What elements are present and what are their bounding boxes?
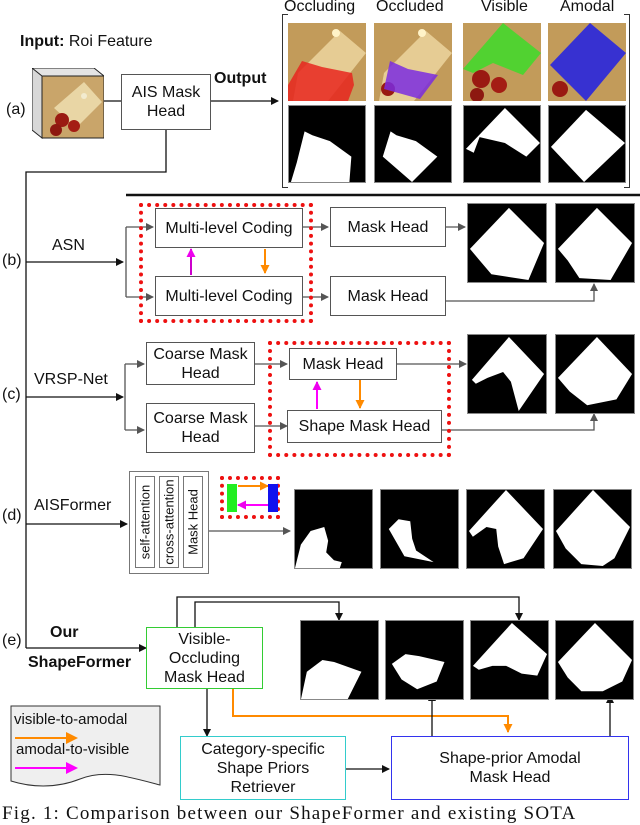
method-label-vrsp-net: VRSP-Net (34, 371, 108, 388)
method-label-shapeformer: ShapeFormer (28, 654, 132, 671)
mask-e-occluding (300, 620, 379, 700)
column-label-visible: Visible (481, 0, 528, 15)
row-tag-a: (a) (6, 101, 26, 118)
legend-label-visible-to-amodal: visible-to-amodal (14, 711, 128, 728)
mask-d-visible (466, 489, 545, 569)
aisformer-block: self-attention cross-attention Mask Head (129, 471, 209, 574)
input-label: Input: Roi Feature (20, 33, 152, 51)
mask-head-d-block: Mask Head (183, 476, 203, 568)
row-tag-e: (e) (2, 632, 22, 649)
method-label-aisformer: AISFormer (34, 497, 112, 514)
multi-level-coding-bottom: Multi-level Coding (155, 276, 303, 316)
cross-attention-block: cross-attention (159, 476, 179, 568)
mask-e-amodal (555, 620, 634, 700)
input-label-bold: Input: (20, 33, 65, 50)
input-label-text: Roi Feature (64, 33, 153, 50)
column-label-occluding: Occluding (284, 0, 356, 15)
legend-label-amodal-to-visible: amodal-to-visible (16, 741, 130, 758)
coarse-mask-head-top: Coarse Mask Head (146, 342, 255, 385)
roi-feature-cube (30, 67, 106, 140)
mask-c-visible (467, 334, 547, 414)
mask-e-occluded (385, 620, 464, 700)
mask-head-b-top: Mask Head (330, 207, 446, 247)
mask-d-amodal (553, 489, 632, 569)
overlay-image-occluding (288, 23, 366, 101)
method-label-asn: ASN (52, 237, 85, 254)
mask-c-amodal (555, 334, 635, 414)
overlay-image-visible (463, 23, 541, 101)
mask-e-visible (470, 620, 549, 700)
shape-priors-retriever: Category-specific Shape Priors Retriever (180, 736, 346, 800)
mask-d-occluded (380, 489, 459, 569)
method-label-our: Our (50, 624, 79, 641)
mask-d-occluding (294, 489, 373, 569)
self-attention-label: self-attention (137, 484, 153, 560)
mask-a-amodal (548, 105, 626, 183)
shape-prior-amodal-mask-head: Shape-prior Amodal Mask Head (391, 736, 629, 800)
output-label: Output (214, 70, 267, 87)
overlay-image-amodal (548, 23, 626, 101)
amodal-query-bar (268, 484, 278, 512)
mask-head-d-label: Mask Head (185, 489, 201, 555)
coarse-mask-head-bottom: Coarse Mask Head (146, 403, 255, 453)
ais-mask-head: AIS Mask Head (121, 74, 211, 130)
cross-attention-label: cross-attention (161, 479, 177, 565)
figure-caption: Fig. 1: Comparison between our ShapeForm… (2, 803, 577, 824)
row-tag-c: (c) (2, 386, 21, 403)
row-tag-b: (b) (2, 252, 22, 269)
column-label-occluded: Occluded (376, 0, 444, 15)
mask-a-occluded (374, 105, 452, 183)
mask-head-b-bottom: Mask Head (330, 276, 446, 316)
multi-level-coding-top: Multi-level Coding (155, 208, 303, 248)
overlay-image-occluded (374, 23, 452, 101)
bracket-bottom-right (624, 187, 630, 188)
visible-query-bar (227, 484, 237, 512)
mask-a-visible (463, 105, 541, 183)
bracket-top-right (624, 14, 630, 15)
mask-a-occluding (288, 105, 366, 183)
mask-b-visible (467, 203, 547, 283)
shape-mask-head: Shape Mask Head (287, 410, 442, 443)
mask-head-c: Mask Head (289, 348, 397, 380)
row-tag-d: (d) (2, 507, 22, 524)
column-label-amodal: Amodal (560, 0, 615, 15)
visible-occluding-mask-head: Visible-Occluding Mask Head (146, 627, 263, 689)
mask-b-amodal (555, 203, 635, 283)
bracket-bottom-left (282, 187, 288, 188)
legend: visible-to-amodal amodal-to-visible (10, 705, 161, 791)
self-attention-block: self-attention (135, 476, 155, 568)
